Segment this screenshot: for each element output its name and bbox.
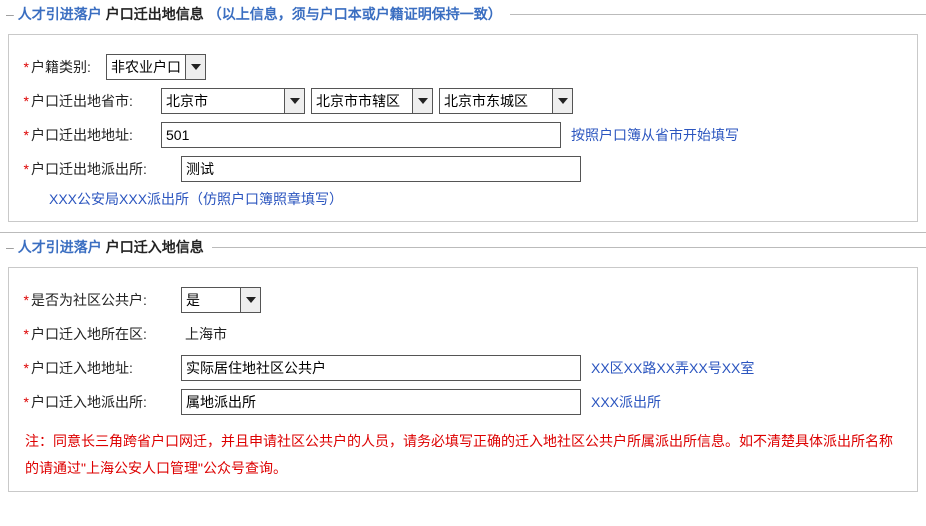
label-community: 是否为社区公共户: xyxy=(31,290,181,310)
row-in-ps: * 户口迁入地派出所: XXX派出所 xyxy=(15,388,911,416)
select-city[interactable]: 北京市市辖区 xyxy=(311,88,433,114)
row-in-area: * 户口迁入地所在区: 上海市 xyxy=(15,320,911,348)
label-in-ps: 户口迁入地派出所: xyxy=(31,392,181,412)
label-in-addr: 户口迁入地地址: xyxy=(31,358,181,378)
required-mark: * xyxy=(15,360,29,376)
hint-out-addr: 按照户口簿从省市开始填写 xyxy=(571,125,739,145)
input-in-addr[interactable] xyxy=(181,355,581,381)
select-hukou-type[interactable]: 非农业户口 xyxy=(106,54,206,80)
select-province[interactable]: 北京市 xyxy=(161,88,305,114)
row-out-ps: * 户口迁出地派出所: xyxy=(15,155,911,183)
hint-in-ps: XXX派出所 xyxy=(591,392,661,412)
value-in-area: 上海市 xyxy=(185,324,227,344)
required-mark: * xyxy=(15,292,29,308)
panel-move-out: * 户籍类别: 非农业户口 * 户口迁出地省市: 北京市 北京市市辖区 xyxy=(8,34,918,222)
legend-note: （以上信息，须与户口本或户籍证明保持一致） xyxy=(208,4,502,24)
hint-out-ps: XXX公安局XXX派出所（仿照户口簿照章填写） xyxy=(49,189,343,209)
input-out-addr[interactable] xyxy=(161,122,561,148)
required-mark: * xyxy=(15,161,29,177)
row-out-ps-hint: XXX公安局XXX派出所（仿照户口簿照章填写） xyxy=(15,189,911,209)
label-out-addr: 户口迁出地地址: xyxy=(31,125,161,145)
legend-move-out: – 人才引进落户 户口迁出地信息 （以上信息，须与户口本或户籍证明保持一致） xyxy=(0,4,926,28)
panel-move-in: * 是否为社区公共户: 是 * 户口迁入地所在区: 上海市 * 户口迁入地地址:… xyxy=(8,267,918,492)
label-in-area: 户口迁入地所在区: xyxy=(31,324,181,344)
row-prov: * 户口迁出地省市: 北京市 北京市市辖区 北京市东城区 xyxy=(15,87,911,115)
select-community[interactable]: 是 xyxy=(181,287,261,313)
row-hukou-type: * 户籍类别: 非农业户口 xyxy=(15,53,911,81)
warning-text: 注：同意长三角跨省户口网迁，并且申请社区公共户的人员，请务必填写正确的迁入地社区… xyxy=(15,422,911,483)
required-mark: * xyxy=(15,59,29,75)
legend-title: 户口迁出地信息 xyxy=(106,4,204,24)
legend-category: 人才引进落户 xyxy=(18,237,102,257)
select-district[interactable]: 北京市东城区 xyxy=(439,88,573,114)
row-community: * 是否为社区公共户: 是 xyxy=(15,286,911,314)
label-prov: 户口迁出地省市: xyxy=(31,91,161,111)
required-mark: * xyxy=(15,127,29,143)
row-in-addr: * 户口迁入地地址: XX区XX路XX弄XX号XX室 xyxy=(15,354,911,382)
required-mark: * xyxy=(15,93,29,109)
required-mark: * xyxy=(15,394,29,410)
section-move-in: – 人才引进落户 户口迁入地信息 * 是否为社区公共户: 是 * 户口迁入地所在… xyxy=(0,237,926,492)
input-in-ps[interactable] xyxy=(181,389,581,415)
legend-title: 户口迁入地信息 xyxy=(106,237,204,257)
row-out-addr: * 户口迁出地地址: 按照户口簿从省市开始填写 xyxy=(15,121,911,149)
input-out-ps[interactable] xyxy=(181,156,581,182)
legend-category: 人才引进落户 xyxy=(18,4,102,24)
section-move-out: – 人才引进落户 户口迁出地信息 （以上信息，须与户口本或户籍证明保持一致） *… xyxy=(0,4,926,222)
legend-move-in: – 人才引进落户 户口迁入地信息 xyxy=(0,237,926,261)
label-hukou-type: 户籍类别: xyxy=(31,57,106,77)
label-out-ps: 户口迁出地派出所: xyxy=(31,159,181,179)
hint-in-addr: XX区XX路XX弄XX号XX室 xyxy=(591,358,754,378)
required-mark: * xyxy=(15,326,29,342)
